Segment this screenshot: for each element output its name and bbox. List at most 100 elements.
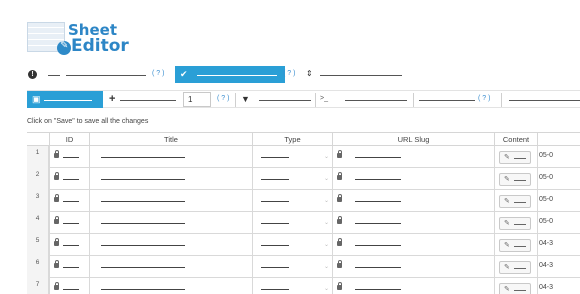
cell-date-value: 05-0 xyxy=(539,174,554,181)
selected-mode-button[interactable]: ✔ xyxy=(175,66,285,83)
table-row[interactable]: 6 ⌄ ✎ 04-3 xyxy=(27,256,580,278)
cell-type-value xyxy=(261,223,289,224)
edit-content-button[interactable]: ✎ xyxy=(499,173,531,186)
chevron-down-icon: ⌄ xyxy=(324,242,330,248)
lock-icon xyxy=(337,172,342,180)
cell-url-slug[interactable] xyxy=(332,278,494,294)
cell-type[interactable]: ⌄ xyxy=(252,278,332,294)
filter-label[interactable] xyxy=(259,100,311,101)
cell-url-slug[interactable] xyxy=(332,168,494,190)
extra-tools-label[interactable] xyxy=(509,100,580,101)
top-item-1[interactable] xyxy=(48,75,60,76)
cell-id[interactable] xyxy=(49,278,89,294)
cell-title[interactable] xyxy=(89,256,252,278)
sort-select[interactable] xyxy=(320,75,402,76)
formula-label[interactable] xyxy=(345,100,407,101)
check-icon: ✔ xyxy=(180,69,188,79)
cell-type-value xyxy=(261,267,289,268)
cell-title-value xyxy=(101,267,185,268)
column-header-title[interactable]: Title xyxy=(89,133,252,146)
cell-url-slug[interactable] xyxy=(332,256,494,278)
cell-type[interactable]: ⌄ xyxy=(252,146,332,168)
cell-title[interactable] xyxy=(89,212,252,234)
column-header-date[interactable] xyxy=(537,133,580,146)
cell-id[interactable] xyxy=(49,234,89,256)
cell-id-value xyxy=(63,157,79,158)
cell-type-value xyxy=(261,179,289,180)
cell-title-value xyxy=(101,201,185,202)
row-number: 6 xyxy=(27,256,49,278)
cell-id[interactable] xyxy=(49,212,89,234)
info-icon[interactable]: ! xyxy=(28,70,37,79)
cell-url-slug[interactable] xyxy=(332,190,494,212)
more-tools-label[interactable] xyxy=(419,100,475,101)
edit-content-button[interactable]: ✎ xyxy=(499,261,531,274)
rows-count-input[interactable]: 1 xyxy=(183,92,211,107)
chevron-down-icon: ⌄ xyxy=(324,176,330,182)
table-row[interactable]: 7 ⌄ ✎ 04-3 xyxy=(27,278,580,294)
lock-icon xyxy=(54,282,59,290)
cell-type-value xyxy=(261,201,289,202)
toolbar-divider xyxy=(235,93,236,107)
filter-icon[interactable]: ▼ xyxy=(241,94,250,104)
cell-date-value: 05-0 xyxy=(539,218,554,225)
cell-id[interactable] xyxy=(49,146,89,168)
top-toolbar: ! ( ? ) ✔ ( ? ) ⇕ xyxy=(28,66,548,84)
cell-id-value xyxy=(63,179,79,180)
edit-content-button[interactable]: ✎ xyxy=(499,151,531,164)
cell-type[interactable]: ⌄ xyxy=(252,234,332,256)
cell-id[interactable] xyxy=(49,168,89,190)
table-row[interactable]: 3 ⌄ ✎ 05-0 xyxy=(27,190,580,212)
edit-button-label xyxy=(514,290,526,291)
save-button[interactable]: ▣ xyxy=(27,91,103,108)
plus-icon[interactable]: + xyxy=(109,93,115,105)
help-link[interactable]: ( ? ) xyxy=(152,70,164,77)
sort-icon[interactable]: ⇕ xyxy=(306,69,313,78)
help-link[interactable]: ( ? ) xyxy=(283,70,295,77)
cell-id[interactable] xyxy=(49,190,89,212)
lock-icon xyxy=(54,194,59,202)
top-item-2[interactable] xyxy=(66,75,146,76)
cell-id[interactable] xyxy=(49,256,89,278)
help-link[interactable]: ( ? ) xyxy=(478,95,490,102)
edit-content-button[interactable]: ✎ xyxy=(499,283,531,294)
cell-type[interactable]: ⌄ xyxy=(252,168,332,190)
cell-title[interactable] xyxy=(89,168,252,190)
toolbar-divider xyxy=(501,93,502,107)
save-hint: Click on "Save" to save all the changes xyxy=(27,118,149,125)
help-link[interactable]: ( ? ) xyxy=(217,95,229,102)
column-header-id[interactable]: ID xyxy=(49,133,89,146)
pencil-icon: ✎ xyxy=(504,220,510,227)
column-header-url-slug[interactable]: URL Slug xyxy=(332,133,494,146)
column-header-type[interactable]: Type xyxy=(252,133,332,146)
edit-button-label xyxy=(514,180,526,181)
cell-type[interactable]: ⌄ xyxy=(252,212,332,234)
cell-title[interactable] xyxy=(89,190,252,212)
cell-title[interactable] xyxy=(89,234,252,256)
cell-type[interactable]: ⌄ xyxy=(252,190,332,212)
cell-url-slug[interactable] xyxy=(332,146,494,168)
edit-button-label xyxy=(514,246,526,247)
edit-content-button[interactable]: ✎ xyxy=(499,239,531,252)
cell-id-value xyxy=(63,223,79,224)
table-row[interactable]: 2 ⌄ ✎ 05-0 xyxy=(27,168,580,190)
table-row[interactable]: 5 ⌄ ✎ 04-3 xyxy=(27,234,580,256)
app-logo: Sheet Editor xyxy=(27,21,137,62)
cell-title[interactable] xyxy=(89,278,252,294)
cell-url-slug[interactable] xyxy=(332,212,494,234)
table-row[interactable]: 1 ⌄ ✎ 05-0 xyxy=(27,146,580,168)
edit-content-button[interactable]: ✎ xyxy=(499,217,531,230)
edit-content-button[interactable]: ✎ xyxy=(499,195,531,208)
cell-title[interactable] xyxy=(89,146,252,168)
table-row[interactable]: 4 ⌄ ✎ 05-0 xyxy=(27,212,580,234)
cell-type[interactable]: ⌄ xyxy=(252,256,332,278)
terminal-icon[interactable]: >_ xyxy=(320,95,328,102)
floppy-icon: ▣ xyxy=(32,94,41,104)
cell-url-slug[interactable] xyxy=(332,234,494,256)
row-number: 5 xyxy=(27,234,49,256)
pencil-icon: ✎ xyxy=(504,242,510,249)
lock-icon xyxy=(337,150,342,158)
column-header-content[interactable]: Content xyxy=(494,133,537,146)
cell-id-value xyxy=(63,245,79,246)
chevron-down-icon: ⌄ xyxy=(324,264,330,270)
